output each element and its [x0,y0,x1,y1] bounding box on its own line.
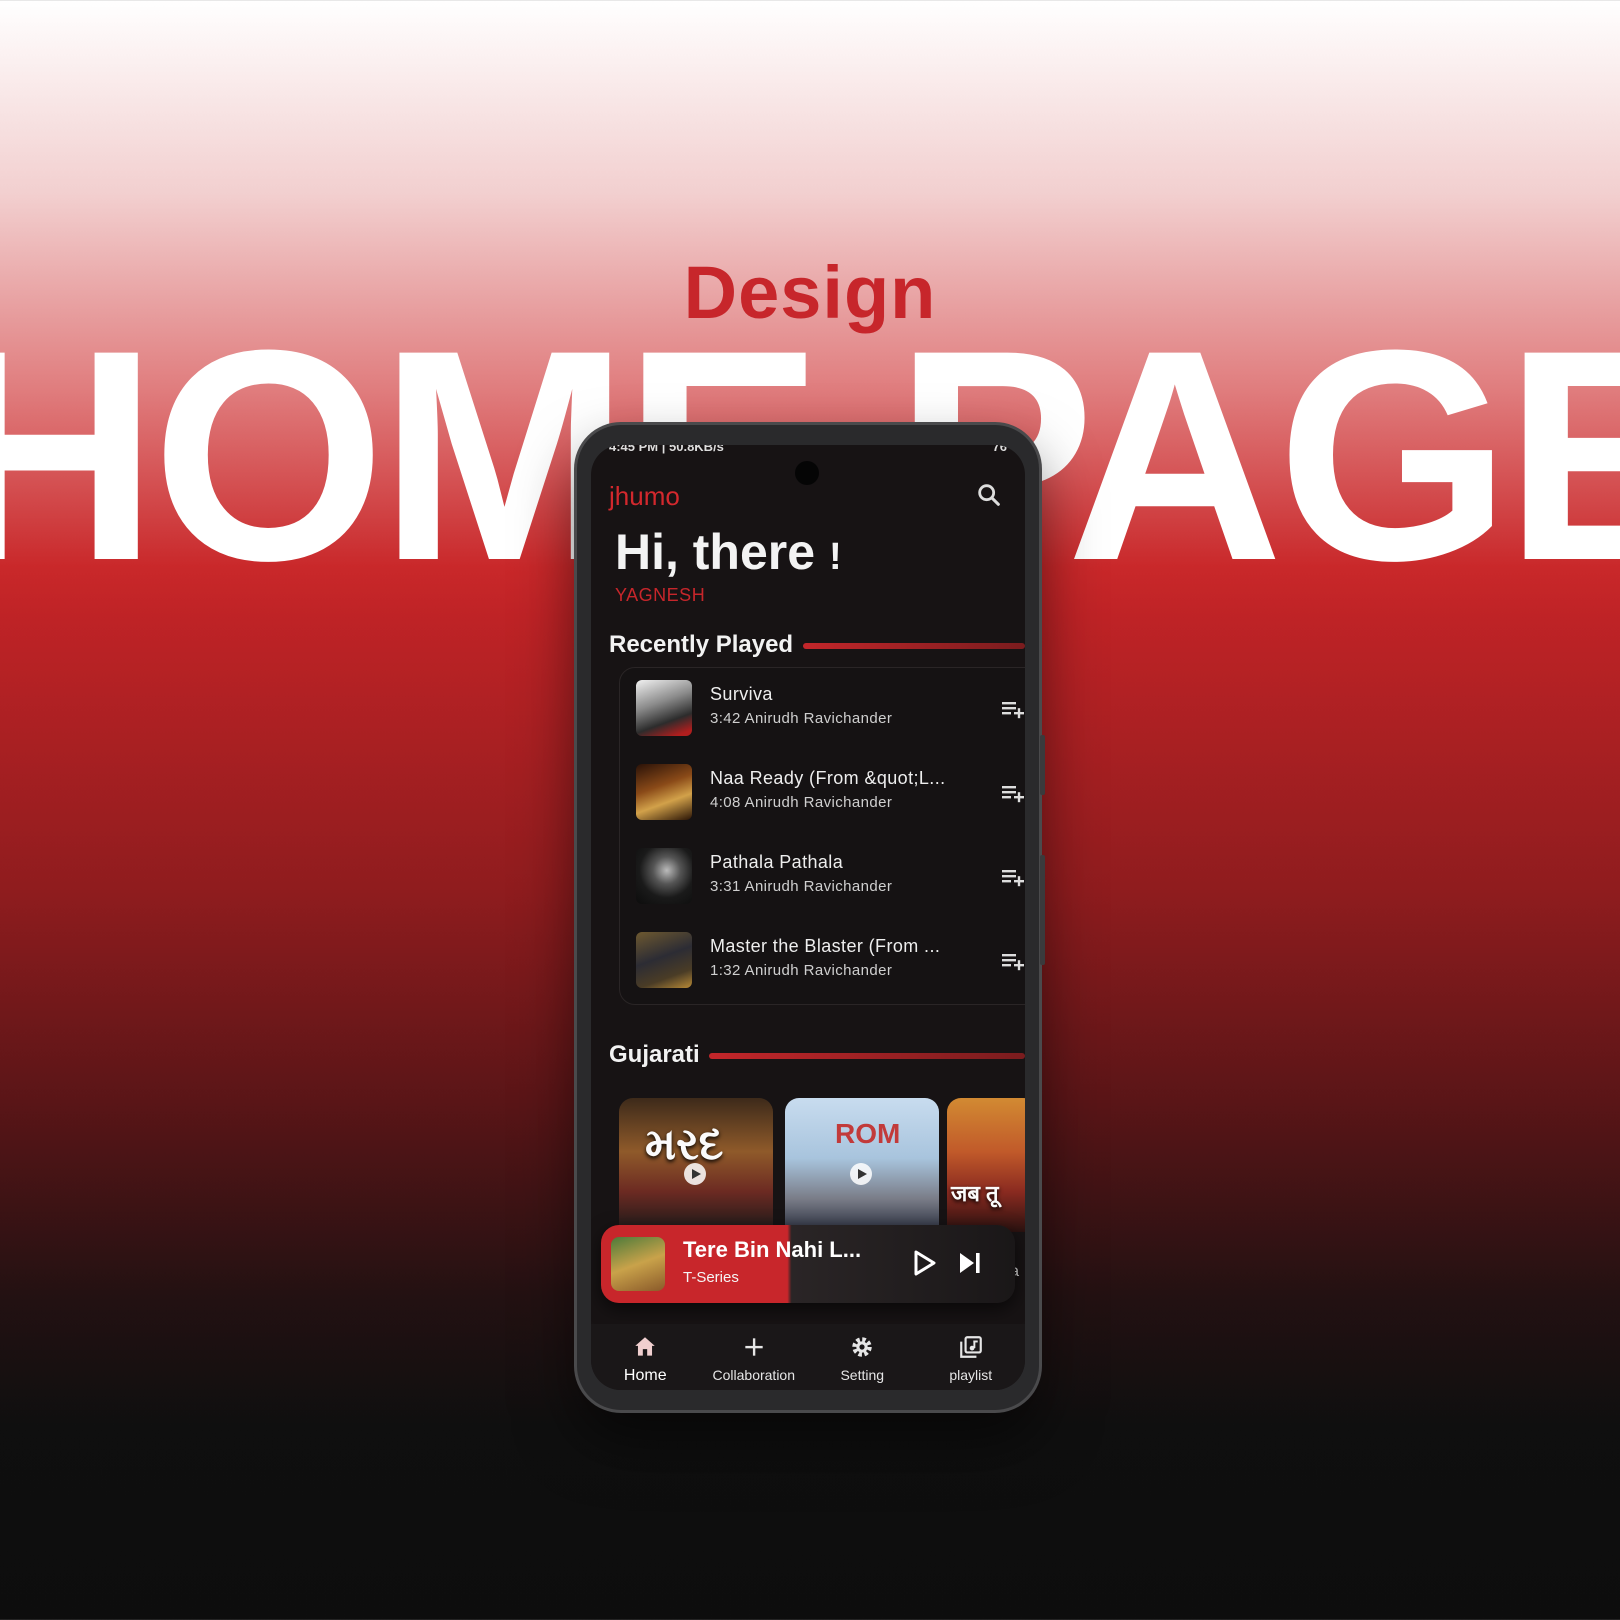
section-title-gujarati: Gujarati [609,1041,700,1068]
song-meta: 1:32 Anirudh Ravichander [710,962,893,979]
album-card[interactable]: મરદ [619,1098,773,1232]
song-meta: 4:08 Anirudh Ravichander [710,794,893,811]
add-to-queue-icon[interactable] [1000,864,1025,888]
username: YAGNESH [615,585,706,605]
recently-played-list: Surviva 3:42 Anirudh Ravichander Naa Rea… [619,667,1025,1005]
add-to-queue-icon[interactable] [1000,780,1025,804]
app-logo: jhumo [609,481,680,511]
song-title: Pathala Pathala [710,852,844,872]
home-icon [635,1337,655,1356]
plus-icon [745,1338,763,1356]
section-divider-gujarati [709,1053,1025,1059]
skip-next-icon[interactable] [957,1251,983,1275]
app-screen: 4:45 PM | 50.8KB/s 76 jhumo Hi, there ! … [591,445,1025,1390]
section-divider-recent [803,643,1025,649]
nav-label: Home [623,1367,667,1384]
list-item[interactable]: Naa Ready (From &quot;L... 4:08 Anirudh … [636,756,1025,836]
volume-button [1040,735,1045,795]
search-icon[interactable] [975,481,1003,509]
album-art [636,848,692,904]
album-art [636,680,692,736]
add-to-queue-icon[interactable] [1000,948,1025,972]
status-battery: 76 [992,445,1007,454]
now-playing-artist: T-Series [683,1269,739,1286]
section-title-recent: Recently Played [609,631,794,658]
album-card[interactable]: ROM [785,1098,939,1232]
play-icon[interactable] [849,1162,873,1186]
card-art-text: ROM [835,1118,901,1149]
nav-playlist[interactable]: playlist [917,1324,1026,1390]
song-title: Master the Blaster (From ... [710,936,941,956]
front-camera [795,461,819,485]
greeting-mark: ! [828,536,842,578]
song-title: Surviva [710,684,773,704]
greeting-text: Hi, there [615,524,816,580]
add-to-queue-icon[interactable] [1000,696,1025,720]
song-meta: 3:31 Anirudh Ravichander [710,878,893,895]
album-art [636,932,692,988]
nav-collaboration[interactable]: Collaboration [700,1324,809,1390]
album-art [636,764,692,820]
now-playing-art [611,1237,665,1291]
nav-label: Setting [840,1367,885,1383]
mini-player[interactable]: Tere Bin Nahi L... T-Series [601,1225,1015,1303]
greeting: Hi, there ! [615,523,842,581]
song-title: Naa Ready (From &quot;L... [710,768,946,788]
album-card[interactable]: जब तू [947,1098,1025,1232]
list-item[interactable]: Pathala Pathala 3:31 Anirudh Ravichander [636,840,1025,920]
nav-label: Collaboration [712,1367,796,1383]
play-icon[interactable] [911,1249,937,1277]
song-meta: 3:42 Anirudh Ravichander [710,710,893,727]
list-item[interactable]: Master the Blaster (From ... 1:32 Anirud… [636,924,1025,1004]
library-music-icon [959,1336,982,1358]
bottom-navigation: Home Collaboration Setting playlist [591,1324,1025,1390]
list-item[interactable]: Surviva 3:42 Anirudh Ravichander [636,672,1025,752]
nav-label: playlist [949,1367,993,1383]
nav-setting[interactable]: Setting [808,1324,917,1390]
card-art-text: जब तू [951,1181,999,1206]
play-icon[interactable] [683,1162,707,1186]
phone-frame: 4:45 PM | 50.8KB/s 76 jhumo Hi, there ! … [577,425,1045,1410]
status-time: 4:45 PM | 50.8KB/s [609,445,724,454]
status-bar: 4:45 PM | 50.8KB/s 76 [609,445,1007,457]
now-playing-title: Tere Bin Nahi L... [683,1237,862,1262]
gear-icon [852,1337,872,1357]
nav-home[interactable]: Home [591,1324,700,1390]
power-button [1040,855,1045,965]
